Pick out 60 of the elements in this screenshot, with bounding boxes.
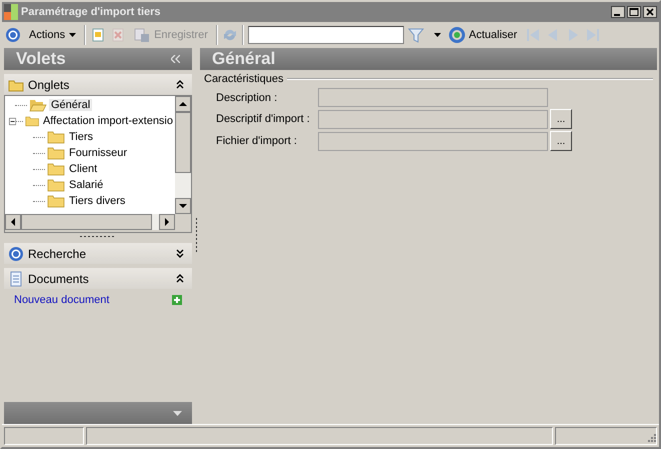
panel-header: Général bbox=[200, 48, 657, 70]
collapse-chevron-icon[interactable] bbox=[176, 80, 184, 89]
section-header[interactable]: Recherche bbox=[4, 243, 192, 264]
tree-item[interactable]: Tiers divers bbox=[67, 195, 128, 207]
input-field[interactable] bbox=[318, 132, 548, 150]
tree-item[interactable]: Salarié bbox=[67, 179, 106, 191]
minimize-icon[interactable] bbox=[611, 6, 625, 18]
maximize-icon[interactable] bbox=[627, 6, 641, 18]
new-document-icon[interactable] bbox=[90, 27, 106, 43]
field-label: Description : bbox=[216, 92, 278, 104]
actions-menu[interactable]: Actions bbox=[25, 27, 80, 43]
group-title: Caractéristiques bbox=[204, 73, 284, 85]
caret-icon bbox=[69, 33, 76, 37]
section-title: Recherche bbox=[28, 246, 88, 260]
filter-icon[interactable] bbox=[408, 27, 424, 43]
collapse-toggle-icon[interactable] bbox=[9, 116, 16, 126]
section-header[interactable]: Documents bbox=[4, 268, 192, 289]
folder-icon bbox=[24, 114, 39, 128]
window-title: Paramétrage d'import tiers bbox=[21, 6, 162, 18]
dropdown-caret-icon[interactable] bbox=[434, 33, 441, 37]
section-header[interactable]: Onglets bbox=[4, 74, 192, 95]
save-icon bbox=[134, 27, 150, 43]
tree-item[interactable]: Client bbox=[67, 163, 100, 175]
tree-item[interactable]: Tiers bbox=[67, 131, 96, 143]
panel-header: Volets bbox=[4, 48, 192, 70]
link[interactable]: Nouveau document bbox=[14, 294, 110, 306]
folder-icon bbox=[47, 146, 65, 160]
browse-button[interactable]: ... bbox=[550, 109, 572, 129]
folder-icon bbox=[47, 130, 65, 144]
add-icon[interactable] bbox=[172, 295, 182, 305]
section-title: Documents bbox=[28, 272, 90, 286]
folder-icon bbox=[47, 162, 65, 176]
field-label: Fichier d'import : bbox=[216, 135, 298, 147]
browse-button[interactable]: ... bbox=[550, 131, 572, 151]
resize-grip-icon[interactable] bbox=[646, 434, 656, 444]
close-icon[interactable] bbox=[643, 6, 657, 18]
document-icon bbox=[8, 270, 24, 286]
collapse-chevron-icon[interactable] bbox=[176, 274, 184, 283]
field-label: Descriptif d'import : bbox=[216, 113, 311, 125]
input-field[interactable] bbox=[318, 88, 548, 107]
tree-item[interactable]: Général bbox=[49, 99, 92, 111]
input-field[interactable] bbox=[318, 110, 548, 128]
tree-item[interactable]: Affectation import-extensio bbox=[40, 115, 175, 127]
app-logo-icon bbox=[4, 4, 18, 20]
search-field[interactable] bbox=[248, 26, 404, 44]
refresh-icon bbox=[448, 27, 465, 43]
folder-icon bbox=[47, 178, 65, 192]
target-icon[interactable] bbox=[5, 27, 21, 43]
toolbar-button[interactable]: Actualiser bbox=[444, 25, 522, 45]
splitter-grip-icon[interactable] bbox=[80, 234, 116, 238]
expand-chevron-icon[interactable] bbox=[176, 249, 184, 258]
vertical-scrollbar[interactable] bbox=[175, 96, 191, 214]
target-icon bbox=[8, 246, 24, 262]
horizontal-scrollbar[interactable] bbox=[5, 214, 175, 230]
splitter-grip-icon[interactable] bbox=[194, 218, 198, 254]
folder-icon bbox=[47, 194, 65, 208]
collapse-icon[interactable] bbox=[171, 55, 180, 63]
section-title: Onglets bbox=[28, 78, 70, 92]
tree-item[interactable]: Fournisseur bbox=[67, 147, 130, 159]
open-folder-icon bbox=[29, 98, 47, 112]
